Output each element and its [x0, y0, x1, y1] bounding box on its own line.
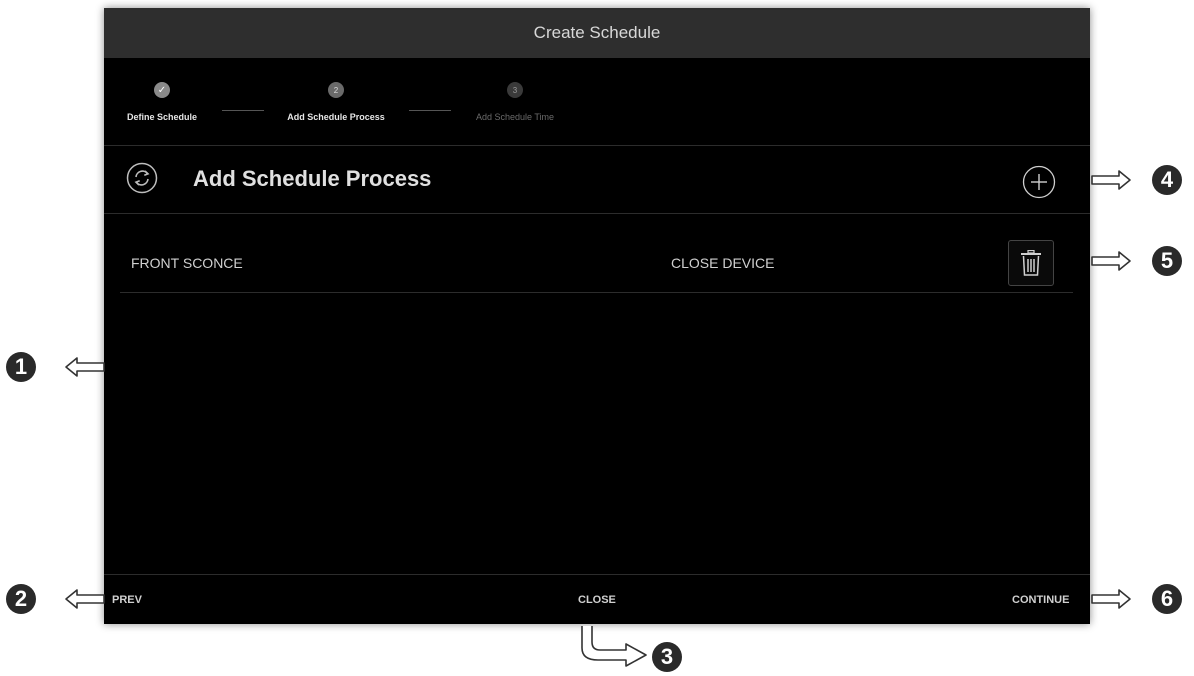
row-divider: [120, 292, 1073, 293]
arrow-right-icon: [1091, 170, 1131, 190]
step-connector: [409, 110, 451, 111]
close-button[interactable]: CLOSE: [578, 594, 616, 606]
process-device: FRONT SCONCE: [131, 255, 243, 271]
divider: [104, 213, 1090, 214]
callout-number-2: 2: [6, 584, 36, 614]
add-process-button[interactable]: [1022, 165, 1056, 199]
step-3-number: 3: [507, 82, 523, 98]
callout-number-3: 3: [652, 642, 682, 672]
process-action: CLOSE DEVICE: [671, 255, 775, 271]
footer-divider: [104, 574, 1090, 575]
callout-number-5: 5: [1152, 246, 1182, 276]
step-connector: [222, 110, 264, 111]
delete-process-button[interactable]: [1008, 240, 1054, 286]
step-1-check-icon: ✓: [154, 82, 170, 98]
callout-number-6: 6: [1152, 584, 1182, 614]
arrow-right-icon: [1091, 251, 1131, 271]
step-2-number: 2: [328, 82, 344, 98]
prev-button[interactable]: PREV: [112, 594, 142, 606]
curved-arrow-right-icon: [581, 626, 647, 667]
trash-icon: [1021, 250, 1041, 276]
dialog-title: Create Schedule: [104, 8, 1090, 58]
arrow-left-icon: [65, 589, 105, 609]
section-title: Add Schedule Process: [193, 166, 432, 191]
arrow-left-icon: [65, 357, 105, 377]
stepper: ✓ Define Schedule 2 Add Schedule Process…: [104, 58, 1090, 146]
step-3-label: Add Schedule Time: [475, 112, 555, 122]
callout-number-1: 1: [6, 352, 36, 382]
callout-number-4: 4: [1152, 165, 1182, 195]
step-2-label: Add Schedule Process: [287, 112, 385, 122]
arrow-right-icon: [1091, 589, 1131, 609]
create-schedule-dialog: Create Schedule ✓ Define Schedule 2 Add …: [104, 8, 1090, 624]
continue-button[interactable]: CONTINUE: [1012, 594, 1069, 606]
refresh-cycle-icon: [126, 162, 158, 194]
divider: [104, 145, 1090, 146]
step-1-label: Define Schedule: [126, 112, 198, 122]
